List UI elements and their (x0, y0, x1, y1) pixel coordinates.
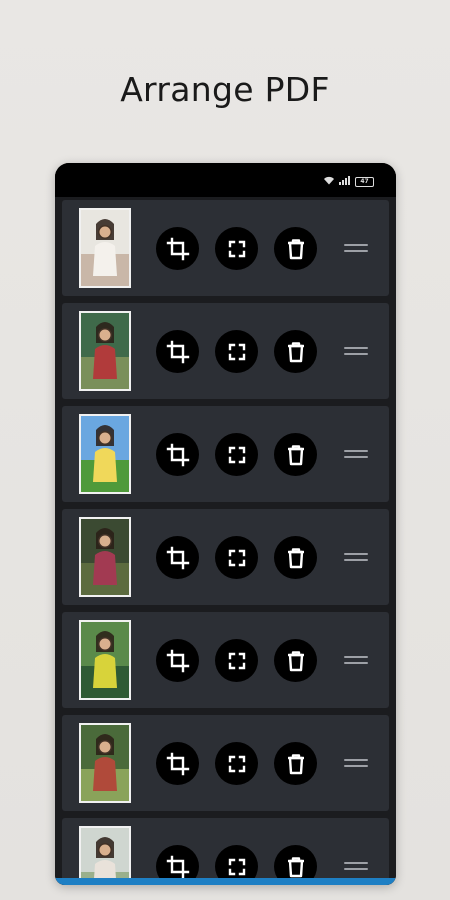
delete-button[interactable] (274, 536, 317, 579)
fullscreen-button[interactable] (215, 536, 258, 579)
page-row[interactable] (62, 303, 389, 399)
phone-frame: 47 (55, 163, 396, 885)
delete-icon (284, 340, 308, 364)
page-list (55, 197, 396, 885)
page-row[interactable] (62, 818, 389, 885)
page-thumbnail[interactable] (79, 311, 131, 391)
crop-icon (166, 443, 190, 467)
drag-handle-icon[interactable] (344, 344, 368, 358)
crop-button[interactable] (156, 742, 199, 785)
bottom-accent-bar (55, 878, 396, 885)
fullscreen-icon (225, 546, 249, 570)
delete-icon (284, 443, 308, 467)
crop-icon (166, 340, 190, 364)
fullscreen-icon (225, 443, 249, 467)
drag-handle-icon[interactable] (344, 241, 368, 255)
delete-icon (284, 546, 308, 570)
page-row[interactable] (62, 612, 389, 708)
delete-icon (284, 855, 308, 879)
page-thumbnail[interactable] (79, 414, 131, 494)
delete-button[interactable] (274, 227, 317, 270)
signal-icon (339, 176, 351, 188)
wifi-icon (323, 176, 335, 188)
page-row[interactable] (62, 715, 389, 811)
page-headline: Arrange PDF (120, 70, 330, 109)
fullscreen-button[interactable] (215, 639, 258, 682)
crop-button[interactable] (156, 433, 199, 476)
crop-button[interactable] (156, 536, 199, 579)
crop-icon (166, 649, 190, 673)
fullscreen-icon (225, 340, 249, 364)
delete-button[interactable] (274, 639, 317, 682)
fullscreen-icon (225, 237, 249, 261)
crop-icon (166, 855, 190, 879)
delete-button[interactable] (274, 330, 317, 373)
crop-button[interactable] (156, 227, 199, 270)
fullscreen-button[interactable] (215, 227, 258, 270)
fullscreen-button[interactable] (215, 330, 258, 373)
page-row[interactable] (62, 509, 389, 605)
crop-button[interactable] (156, 639, 199, 682)
fullscreen-button[interactable] (215, 742, 258, 785)
crop-icon (166, 546, 190, 570)
delete-button[interactable] (274, 742, 317, 785)
battery-icon: 47 (355, 177, 374, 187)
delete-button[interactable] (274, 433, 317, 476)
crop-icon (166, 752, 190, 776)
crop-icon (166, 237, 190, 261)
drag-handle-icon[interactable] (344, 756, 368, 770)
fullscreen-button[interactable] (215, 433, 258, 476)
crop-button[interactable] (156, 330, 199, 373)
page-row[interactable] (62, 406, 389, 502)
fullscreen-icon (225, 855, 249, 879)
drag-handle-icon[interactable] (344, 653, 368, 667)
battery-level: 47 (360, 178, 369, 185)
drag-handle-icon[interactable] (344, 447, 368, 461)
page-thumbnail[interactable] (79, 620, 131, 700)
drag-handle-icon[interactable] (344, 859, 368, 873)
status-bar: 47 (55, 163, 396, 197)
page-thumbnail[interactable] (79, 208, 131, 288)
fullscreen-icon (225, 752, 249, 776)
status-icons: 47 (323, 176, 374, 188)
drag-handle-icon[interactable] (344, 550, 368, 564)
delete-icon (284, 649, 308, 673)
delete-icon (284, 237, 308, 261)
page-thumbnail[interactable] (79, 723, 131, 803)
fullscreen-icon (225, 649, 249, 673)
page-thumbnail[interactable] (79, 826, 131, 885)
page-thumbnail[interactable] (79, 517, 131, 597)
page-row[interactable] (62, 200, 389, 296)
delete-icon (284, 752, 308, 776)
